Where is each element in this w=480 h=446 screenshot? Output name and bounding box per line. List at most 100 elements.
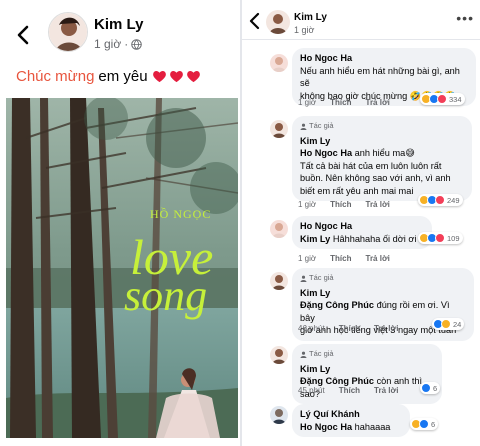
reaction-count: 334 (449, 94, 462, 104)
comment-actions: 1 giờ Thích Trả lời (298, 254, 390, 263)
commenter-avatar[interactable] (270, 54, 288, 72)
comment-time: 1 giờ (298, 254, 317, 263)
heart-icon (169, 70, 183, 83)
commenter-avatar[interactable] (270, 406, 288, 424)
globe-icon (131, 38, 142, 50)
reaction-summary[interactable]: 109 (418, 232, 463, 244)
commenter-avatar[interactable] (270, 346, 288, 364)
like-reaction-icon (419, 419, 429, 429)
mention[interactable]: Đặng Công Phúc (300, 376, 374, 386)
comment-bubble: Ho Ngoc Ha Kim Ly Hâhhahaha ối dời ơi (292, 216, 432, 249)
love-reaction-icon (435, 195, 445, 205)
comments-header: Kim Ly 1 giờ ••• (242, 0, 480, 40)
like-link[interactable]: Thích (330, 254, 351, 263)
comment-actions: 46 phút Thích Trả lời (298, 324, 398, 333)
like-link[interactable]: Thích (330, 98, 351, 107)
reaction-summary[interactable]: 24 (432, 318, 465, 330)
reply-link[interactable]: Trả lời (366, 200, 390, 209)
reaction-summary[interactable]: 6 (420, 382, 441, 394)
commenter-avatar[interactable] (270, 220, 288, 238)
back-arrow-icon[interactable] (248, 12, 262, 30)
reaction-count: 109 (447, 233, 460, 243)
commenter-name[interactable]: Kim Ly (300, 363, 434, 376)
caption-highlight: Chúc mừng (16, 68, 95, 85)
more-options-icon[interactable]: ••• (456, 10, 474, 26)
reply-link[interactable]: Trả lời (374, 386, 398, 395)
back-arrow-icon[interactable] (14, 24, 32, 46)
author-tag: Tác giả (300, 348, 434, 361)
like-reaction-icon (421, 383, 431, 393)
author-tag: Tác giả (300, 272, 466, 285)
post-panel: Kim Ly 1 giờ · Chúc mừng em yêu HỒ NGỌC … (0, 0, 238, 446)
reply-link[interactable]: Trả lời (366, 98, 390, 107)
reaction-summary[interactable]: 6 (410, 418, 439, 430)
heart-icon (152, 70, 166, 83)
post-photo[interactable]: HỒ NGỌC love song (6, 98, 238, 438)
commenter-name[interactable]: Ho Ngoc Ha (300, 52, 468, 65)
commenter-name[interactable]: Kim Ly (300, 135, 464, 148)
post-time[interactable]: 1 giờ (94, 37, 121, 51)
mention[interactable]: Đặng Công Phúc (300, 300, 374, 310)
comment-actions: 1 giờ Thích Trả lời (298, 98, 390, 107)
comment-text-first: anh hiểu ma😅 (354, 148, 415, 158)
reaction-summary[interactable]: 334 (420, 93, 465, 105)
comment-text: Kim Ly Hâhhahaha ối dời ơi (300, 233, 424, 246)
author-avatar[interactable] (266, 10, 290, 34)
commenter-avatar[interactable] (270, 120, 288, 138)
thread-author[interactable]: Kim Ly (294, 12, 327, 23)
comment-text: Tất cả bài hát của em luôn luôn rất (300, 160, 442, 171)
author-badge-icon (300, 351, 307, 358)
photo-title-small: HỒ NGỌC (150, 206, 211, 221)
comment-text: Ho Ngoc Ha anh hiểu ma😅 (300, 147, 464, 160)
comment-time: 45 phút (298, 386, 325, 395)
mention[interactable]: Ho Ngoc Ha (300, 422, 352, 432)
reaction-count: 249 (447, 195, 460, 205)
forest-album-art: HỒ NGỌC love song (6, 98, 238, 438)
comment-bubble: Tác giả Kim Ly Đặng Công Phúc còn anh th… (292, 344, 442, 404)
reply-link[interactable]: Trả lời (374, 324, 398, 333)
comment-actions: 1 giờ Thích Trả lời (298, 200, 390, 209)
commenter-avatar[interactable] (270, 272, 288, 290)
reaction-count: 6 (433, 383, 438, 393)
author-tag-label: Tác giả (309, 349, 334, 358)
author-badge-icon (300, 123, 307, 130)
comment-actions: 45 phút Thích Trả lời (298, 386, 398, 395)
thread-time[interactable]: 1 giờ (294, 25, 314, 35)
comment-time: 1 giờ (298, 200, 317, 209)
commenter-name[interactable]: Ho Ngoc Ha (300, 220, 424, 233)
comment-bubble: Lý Quí Khánh Ho Ngoc Ha hahaaaa (292, 404, 410, 437)
photo-title-song: song (124, 271, 207, 320)
comment-text: Nếu anh hiểu em hát những bài gì, anh sẽ (300, 65, 460, 89)
comment-text: buồn. Nên không sao với anh, vì anh (300, 173, 451, 183)
like-link[interactable]: Thích (339, 386, 360, 395)
meta-dot: · (124, 37, 129, 51)
comment-text-first: Hâhhahaha ối dời ơi (332, 233, 417, 244)
mention[interactable]: Ho Ngoc Ha (300, 148, 352, 158)
love-reaction-icon (435, 233, 445, 243)
comment-text-first: hahaaaa (354, 421, 391, 432)
like-link[interactable]: Thích (330, 200, 351, 209)
post-header: Kim Ly 1 giờ · (0, 10, 238, 62)
comment-time: 46 phút (298, 324, 325, 333)
reaction-summary[interactable]: 249 (418, 194, 463, 206)
author-tag-label: Tác giả (309, 273, 334, 282)
comment-text: Ho Ngoc Ha hahaaaa (300, 421, 402, 434)
commenter-name[interactable]: Lý Quí Khánh (300, 408, 402, 421)
reaction-count: 24 (453, 319, 462, 329)
caption-text: em yêu (98, 68, 148, 85)
author-name[interactable]: Kim Ly (94, 16, 143, 33)
commenter-name[interactable]: Kim Ly (300, 287, 466, 300)
comment-time: 1 giờ (298, 98, 317, 107)
haha-reaction-icon (441, 319, 451, 329)
heart-icon (186, 70, 200, 83)
reply-link[interactable]: Trả lời (366, 254, 390, 263)
post-meta: 1 giờ · (94, 37, 142, 51)
author-avatar[interactable] (48, 12, 88, 52)
like-link[interactable]: Thích (339, 324, 360, 333)
comment-bubble: Tác giả Kim Ly Ho Ngoc Ha anh hiểu ma😅 T… (292, 116, 472, 201)
love-reaction-icon (437, 94, 447, 104)
mention[interactable]: Kim Ly (300, 234, 330, 244)
post-caption: Chúc mừng em yêu (16, 68, 201, 85)
author-tag: Tác giả (300, 120, 464, 133)
author-tag-label: Tác giả (309, 121, 334, 130)
